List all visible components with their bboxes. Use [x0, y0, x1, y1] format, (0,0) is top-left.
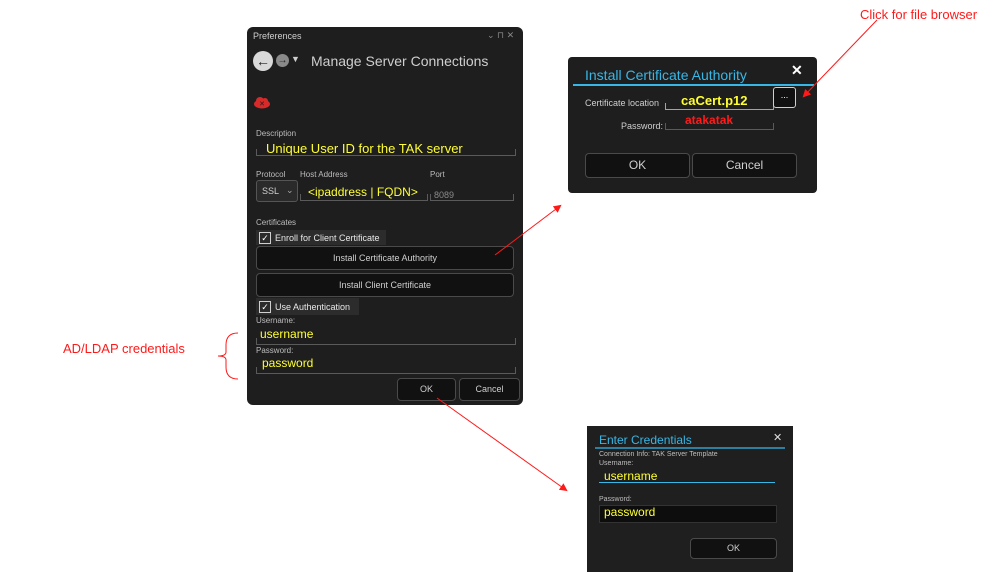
arrow-to-browse-button — [802, 19, 878, 98]
arrow-to-credentials-dialog — [436, 397, 568, 492]
arrow-to-ca-dialog — [494, 204, 562, 256]
annotation-arrows — [217, 19, 878, 492]
credentials-brace — [217, 332, 239, 380]
